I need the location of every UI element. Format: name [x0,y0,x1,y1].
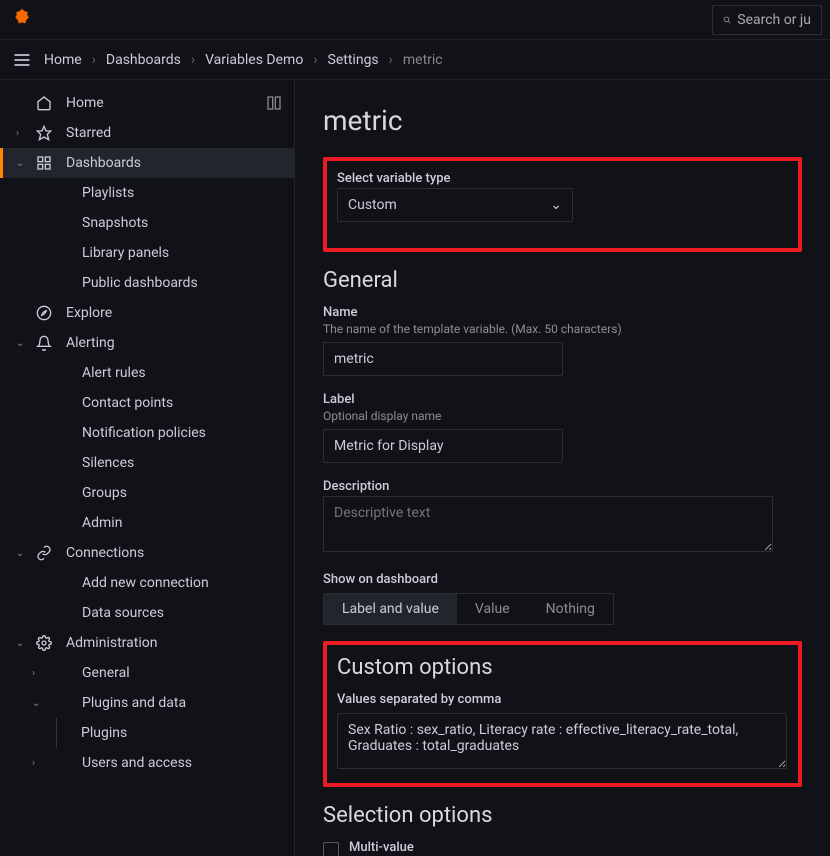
breadcrumb: Home › Dashboards › Variables Demo › Set… [44,52,443,68]
sidebar-item-library-panels[interactable]: Library panels [0,238,294,268]
gear-icon [34,635,54,651]
sidebar-item-snapshots[interactable]: Snapshots [0,208,294,238]
grafana-logo[interactable] [8,6,36,34]
description-label: Description [323,479,802,494]
chevron-down-icon: ⌄ [16,638,30,649]
sidebar-item-groups[interactable]: Groups [0,478,294,508]
chevron-right-icon: › [92,52,96,68]
main-content: metric Select variable type Custom ⌄ Gen… [295,80,830,856]
chevron-right-icon: › [16,128,30,139]
sidebar-item-users-access[interactable]: ›Users and access [0,748,294,778]
multi-value-label: Multi-value [349,840,645,855]
multi-value-checkbox[interactable] [323,842,339,856]
breadcrumb-home[interactable]: Home [44,52,82,68]
chevron-down-icon: ⌄ [16,158,30,169]
sidebar-item-explore[interactable]: Explore [0,298,294,328]
page-title: metric [323,104,802,137]
label-help: Optional display name [323,409,802,423]
chevron-right-icon: › [32,758,46,769]
description-input[interactable] [323,496,773,552]
section-selection: Selection options [323,803,802,828]
panels-icon[interactable] [266,95,282,111]
sidebar-item-alert-rules[interactable]: Alert rules [0,358,294,388]
grid-icon [34,155,54,171]
chevron-right-icon: › [191,52,195,68]
link-icon [34,545,54,561]
sidebar-item-plugins[interactable]: Plugins [56,718,294,748]
chevron-down-icon: ⌄ [550,197,562,213]
star-icon [34,125,54,141]
sidebar-item-starred[interactable]: › Starred [0,118,294,148]
sidebar: Home › Starred ⌄ Dashboards Playlists Sn… [0,80,295,856]
breadcrumb-bar: Home › Dashboards › Variables Demo › Set… [0,40,830,80]
home-icon [34,95,54,111]
chevron-down-icon: ⌄ [32,698,46,709]
custom-values-label: Values separated by comma [337,692,788,707]
menu-toggle-icon[interactable] [12,50,32,70]
sidebar-item-plugins-data[interactable]: ⌄Plugins and data [0,688,294,718]
search-icon [723,13,731,27]
section-custom: Custom options [337,655,788,680]
global-search[interactable]: Search or ju [712,5,822,35]
breadcrumb-dashboards[interactable]: Dashboards [106,52,181,68]
chevron-right-icon: › [389,52,393,68]
sidebar-item-public-dashboards[interactable]: Public dashboards [0,268,294,298]
sidebar-item-contact-points[interactable]: Contact points [0,388,294,418]
sidebar-item-administration[interactable]: ⌄ Administration [0,628,294,658]
var-type-select[interactable]: Custom ⌄ [337,188,573,222]
sidebar-item-connections[interactable]: ⌄ Connections [0,538,294,568]
sidebar-item-admin[interactable]: Admin [0,508,294,538]
show-option-nothing[interactable]: Nothing [528,594,613,624]
name-input[interactable] [323,342,563,376]
custom-values-input[interactable] [337,713,787,769]
chevron-right-icon: › [32,668,46,679]
label-input[interactable] [323,429,563,463]
show-label: Show on dashboard [323,572,802,587]
show-radio-group: Label and value Value Nothing [323,593,614,625]
name-help: The name of the template variable. (Max.… [323,322,802,336]
multi-value-row: Multi-value Enables multiple values to b… [323,840,802,856]
section-general: General [323,268,802,293]
sidebar-item-alerting[interactable]: ⌄ Alerting [0,328,294,358]
name-label: Name [323,305,802,320]
show-option-label-value[interactable]: Label and value [324,594,457,624]
compass-icon [34,305,54,321]
sidebar-item-notification-policies[interactable]: Notification policies [0,418,294,448]
topbar: Search or ju [0,0,830,40]
chevron-down-icon: ⌄ [16,548,30,559]
breadcrumb-current: metric [403,52,443,68]
sidebar-item-data-sources[interactable]: Data sources [0,598,294,628]
highlight-box-custom: Custom options Values separated by comma [323,641,802,787]
sidebar-item-playlists[interactable]: Playlists [0,178,294,208]
chevron-down-icon: ⌄ [16,338,30,349]
breadcrumb-variables-demo[interactable]: Variables Demo [205,52,303,68]
highlight-box-type: Select variable type Custom ⌄ [323,157,802,252]
var-type-label: Select variable type [337,171,788,186]
search-placeholder: Search or ju [737,12,811,28]
breadcrumb-settings[interactable]: Settings [328,52,379,68]
sidebar-item-silences[interactable]: Silences [0,448,294,478]
sidebar-item-general[interactable]: ›General [0,658,294,688]
bell-icon [34,335,54,351]
label-label: Label [323,392,802,407]
sidebar-item-add-connection[interactable]: Add new connection [0,568,294,598]
chevron-right-icon: › [313,52,317,68]
sidebar-item-home[interactable]: Home [0,88,294,118]
sidebar-item-dashboards[interactable]: ⌄ Dashboards [0,148,294,178]
show-option-value[interactable]: Value [457,594,528,624]
